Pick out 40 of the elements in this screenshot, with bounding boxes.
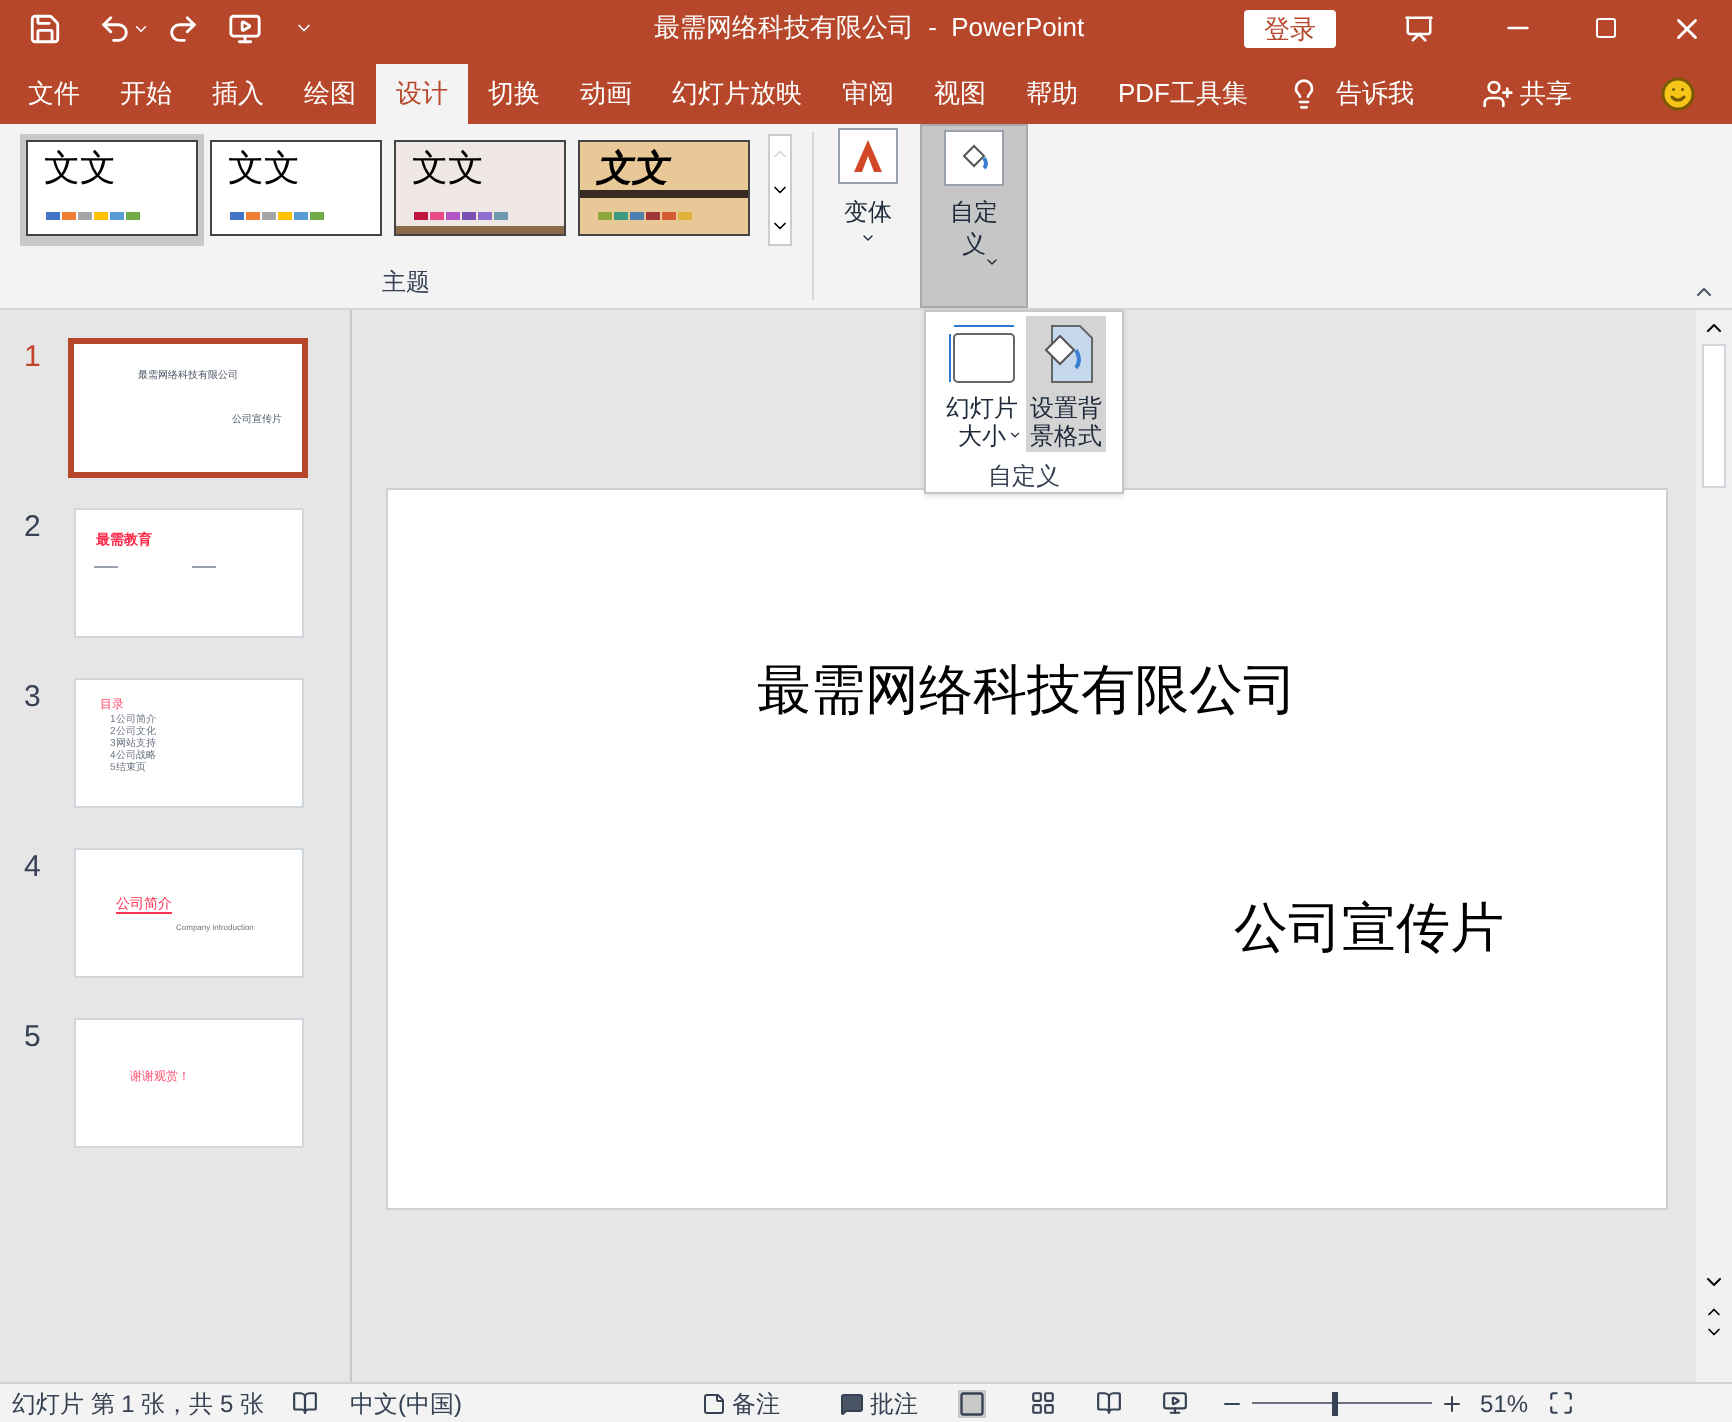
login-button[interactable]: 登录 (1244, 9, 1336, 47)
language-label[interactable]: 中文(中国) (350, 1385, 463, 1421)
slide-number: 2 (24, 512, 43, 542)
tell-me-button[interactable]: 告诉我 (1336, 74, 1414, 114)
slide-number: 1 (24, 342, 43, 372)
theme-sample-text: 文文 (44, 150, 116, 186)
slide-title[interactable]: 最需网络科技有限公司 (388, 650, 1666, 731)
ribbon-tab[interactable]: 帮助 (1006, 64, 1098, 124)
variants-button[interactable]: 变体 (834, 128, 902, 252)
theme-sample-text: 文文 (412, 150, 484, 186)
zoom-level[interactable]: 51% (1480, 1385, 1529, 1421)
ribbon-tab[interactable]: 视图 (914, 64, 1006, 124)
ribbon-tab[interactable]: 设计 (376, 64, 468, 124)
window-title: 最需网络科技有限公司 - PowerPoint (653, 10, 1085, 47)
group-label: 自定义 (988, 460, 1060, 494)
ribbon-tab[interactable]: 开始 (100, 64, 192, 124)
group-label: 主题 (382, 266, 430, 300)
slide-count: 幻灯片 第 1 张，共 5 张 (12, 1387, 265, 1421)
ribbon-tab[interactable]: 幻灯片放映 (652, 64, 822, 124)
slide-size-button[interactable]: 幻灯片大小 (942, 316, 1022, 452)
ribbon-tab[interactable]: 审阅 (822, 64, 914, 124)
ribbon-tab[interactable]: 插入 (192, 64, 284, 124)
slide-canvas[interactable]: 最需网络科技有限公司 公司宣传片 (386, 488, 1668, 1210)
ribbon-tab[interactable]: 绘图 (284, 64, 376, 124)
slide-number: 5 (24, 1022, 43, 1052)
ribbon-tab[interactable]: 切换 (468, 64, 560, 124)
ribbon-tab[interactable]: 文件 (8, 64, 100, 124)
theme-option[interactable]: 文文 (20, 134, 204, 246)
customize-button[interactable]: 自定义 (920, 124, 1028, 308)
slide-number: 3 (24, 682, 43, 712)
format-background-button[interactable]: 设置背景格式 (1026, 316, 1106, 452)
slide-number: 4 (24, 852, 43, 882)
share-button[interactable]: 共享 (1520, 74, 1572, 114)
slide-subtitle[interactable]: 公司宣传片 (1234, 888, 1504, 969)
ribbon-tab[interactable]: PDF工具集 (1098, 64, 1268, 124)
theme-sample-text: 文文 (596, 150, 668, 186)
theme-sample-text: 文文 (228, 150, 300, 186)
notes-button[interactable]: 备注 (732, 1385, 781, 1421)
comments-button[interactable]: 批注 (870, 1385, 919, 1421)
ribbon-tab[interactable]: 动画 (560, 64, 652, 124)
